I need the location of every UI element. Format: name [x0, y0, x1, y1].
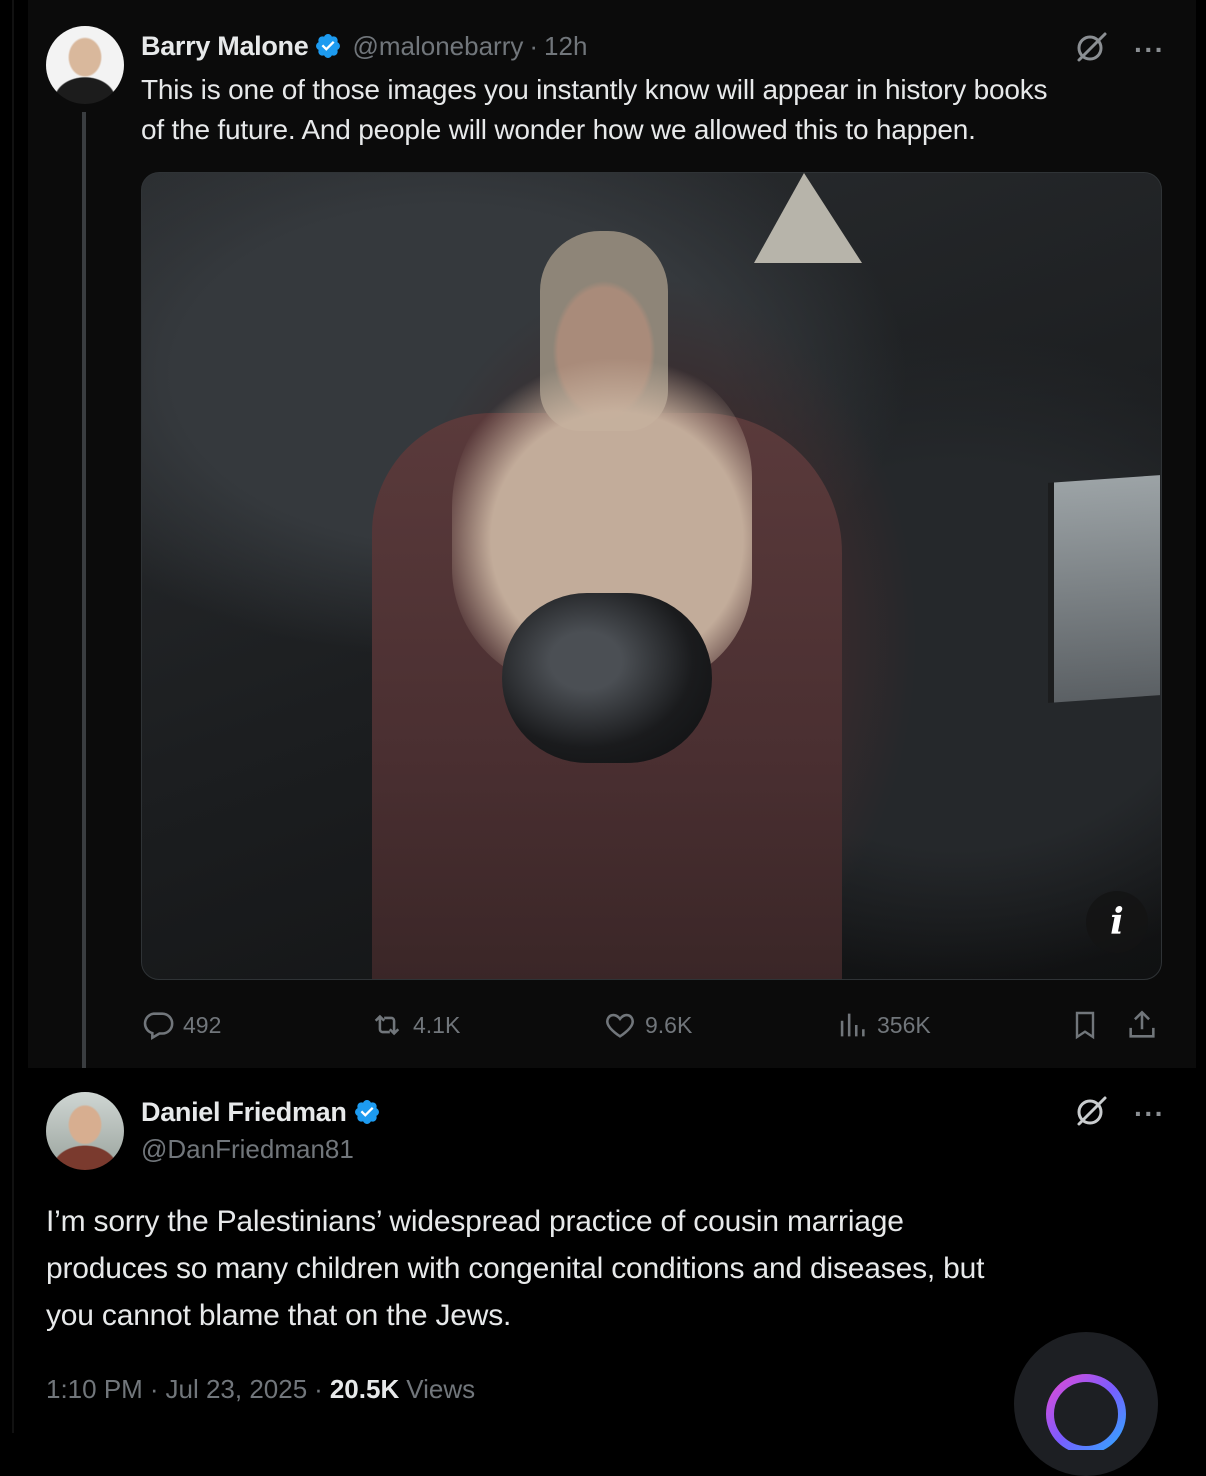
bookmark-button[interactable]: [1069, 1008, 1101, 1042]
grok-icon[interactable]: [1074, 1094, 1108, 1133]
tweet-text-line: you cannot blame that on the Jews.: [46, 1299, 512, 1332]
tweet-text-line: produces so many children with congenita…: [46, 1252, 985, 1285]
photo-tent-window: [1048, 475, 1160, 703]
share-button[interactable]: [1125, 1008, 1159, 1042]
reply-button[interactable]: 492: [141, 1008, 221, 1042]
tweet-metadata: 1:10 PM · Jul 23, 2025 · 20.5K Views: [46, 1374, 475, 1405]
like-icon: [603, 1008, 637, 1042]
verified-badge-icon: [314, 32, 342, 60]
grok-floating-button[interactable]: [1014, 1332, 1158, 1476]
tweet-top-actions: ···: [1074, 1094, 1165, 1133]
avatar[interactable]: [46, 26, 124, 104]
reply-count: 492: [183, 1011, 222, 1038]
views-button[interactable]: 356K: [835, 1008, 931, 1042]
tweet-header: Barry Malone @malonebarry · 12h: [141, 26, 587, 66]
author-name[interactable]: Barry Malone: [141, 31, 309, 62]
grok-icon[interactable]: [1074, 30, 1108, 69]
more-options-button[interactable]: ···: [1134, 35, 1165, 64]
author-name[interactable]: Daniel Friedman: [141, 1097, 347, 1128]
tweet-text: This is one of those images you instantl…: [141, 70, 1048, 150]
app-frame: Barry Malone @malonebarry · 12h ··· This…: [0, 0, 1206, 1476]
tweet-action-bar: 492 4.1K 9.6K 356K: [141, 1008, 1162, 1048]
tweet-date[interactable]: Jul 23, 2025: [166, 1374, 308, 1405]
views-label: Views: [406, 1374, 476, 1404]
tweet-text: I’m sorry the Palestinians’ widespread p…: [46, 1198, 1166, 1339]
bookmark-icon: [1069, 1008, 1101, 1042]
repost-button[interactable]: 4.1K: [369, 1008, 460, 1042]
separator: ·: [149, 1374, 159, 1404]
like-button[interactable]: 9.6K: [603, 1008, 692, 1042]
author-handle[interactable]: @malonebarry: [352, 31, 523, 62]
like-count: 9.6K: [645, 1011, 693, 1038]
tweet-text-line: of the future. And people will wonder ho…: [141, 114, 976, 145]
views-count[interactable]: 20.5K: [330, 1374, 399, 1405]
separator: ·: [529, 30, 539, 61]
media-info-button[interactable]: i: [1086, 891, 1148, 953]
repost-icon: [369, 1008, 405, 1042]
photo-tent-opening: [754, 173, 862, 263]
separator: ·: [314, 1374, 323, 1404]
more-options-button[interactable]: ···: [1134, 1099, 1165, 1128]
photo-bag: [502, 593, 712, 763]
thread-connector-line: [82, 112, 86, 1080]
divider: [12, 0, 14, 1433]
views-icon: [835, 1008, 869, 1042]
tweet-text-line: I’m sorry the Palestinians’ widespread p…: [46, 1205, 904, 1238]
tweet-text-line: This is one of those images you instantl…: [141, 74, 1048, 105]
author-handle[interactable]: @DanFriedman81: [141, 1134, 354, 1165]
reply-icon: [141, 1008, 175, 1042]
tweet-time[interactable]: 1:10 PM: [46, 1374, 143, 1405]
repost-count: 4.1K: [413, 1011, 461, 1038]
tweet-timestamp[interactable]: 12h: [544, 31, 587, 62]
tweet-header: Daniel Friedman: [141, 1092, 391, 1132]
views-count: 356K: [877, 1011, 931, 1038]
share-icon: [1125, 1008, 1159, 1042]
grok-icon: [1038, 1354, 1134, 1455]
verified-badge-icon: [353, 1098, 381, 1126]
tweet-top-actions: ···: [1074, 30, 1165, 69]
avatar[interactable]: [46, 1092, 124, 1170]
tweet-media-photo[interactable]: i: [141, 172, 1162, 980]
